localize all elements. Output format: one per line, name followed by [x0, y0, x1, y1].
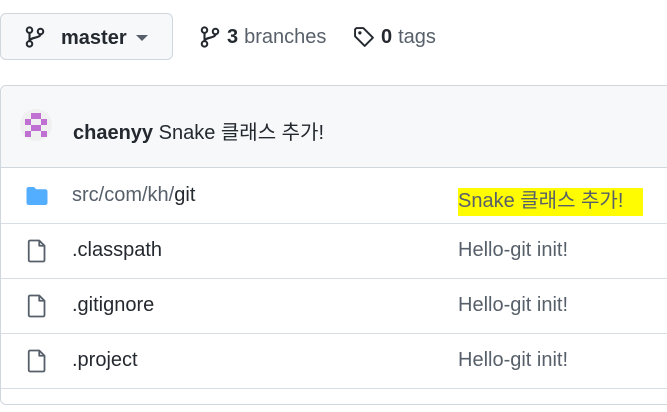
branches-count: 3	[227, 25, 239, 48]
folder-icon	[26, 187, 48, 205]
file-icon	[27, 294, 46, 318]
tag-icon	[354, 27, 374, 47]
tags-link[interactable]: 0 tags	[353, 24, 436, 50]
directory-name: git	[174, 184, 196, 206]
latest-commit-text: chaenyy Snake 클래스 추가!	[73, 116, 324, 145]
branches-link[interactable]: 3 branches	[199, 24, 326, 50]
tags-label: tags	[398, 25, 436, 48]
commit-message-link[interactable]: Snake 클래스 추가!	[159, 122, 324, 144]
file-icon	[27, 239, 46, 263]
file-commit-message[interactable]: Snake 클래스 추가!	[458, 184, 644, 216]
tags-count: 0	[381, 25, 393, 48]
file-row[interactable]: .classpath Hello-git init!	[1, 223, 667, 279]
file-row[interactable]: .gitignore Hello-git init!	[1, 278, 667, 334]
branch-name: master	[61, 27, 127, 49]
file-commit-message[interactable]: Hello-git init!	[458, 294, 568, 317]
file-commit-message[interactable]: Hello-git init!	[458, 239, 568, 262]
repo-toolbar: master 3 branches 0 tags	[0, 0, 667, 86]
avatar[interactable]	[20, 109, 52, 141]
latest-commit-bar: chaenyy Snake 클래스 추가!	[1, 86, 667, 168]
file-list-box: chaenyy Snake 클래스 추가! src/com/kh/git Sna…	[0, 85, 667, 405]
file-name-link[interactable]: src/com/kh/git	[72, 184, 195, 207]
git-branch-icon	[200, 26, 220, 48]
highlighted-commit-message: Snake 클래스 추가!	[458, 188, 644, 216]
file-name-link[interactable]: .gitignore	[72, 294, 154, 317]
branch-select-button[interactable]: master	[0, 13, 173, 60]
directory-path-prefix: src/com/kh/	[72, 184, 175, 206]
file-commit-message[interactable]: Hello-git init!	[458, 349, 568, 372]
git-branch-icon	[25, 26, 45, 48]
file-name-link[interactable]: .classpath	[72, 239, 162, 262]
file-row[interactable]: .project Hello-git init!	[1, 333, 667, 389]
chevron-down-icon	[136, 35, 148, 41]
file-row[interactable]: src/com/kh/git Snake 클래스 추가!	[1, 168, 667, 224]
commit-author-link[interactable]: chaenyy	[73, 122, 153, 144]
branches-label: branches	[244, 25, 327, 48]
file-name-link[interactable]: .project	[72, 349, 138, 372]
file-icon	[27, 349, 46, 373]
